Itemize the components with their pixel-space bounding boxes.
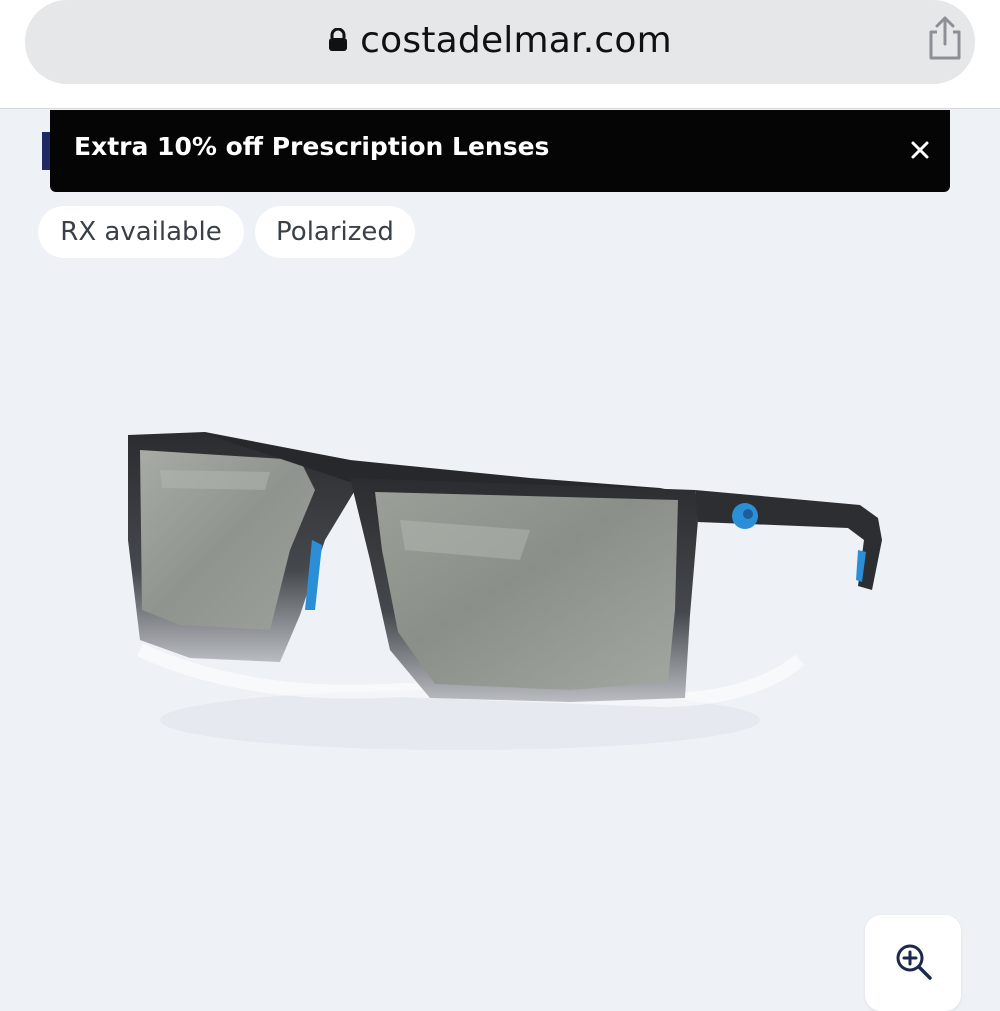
url-display[interactable]: costadelmar.com [25,18,975,62]
share-icon[interactable] [924,14,966,62]
promo-banner: Extra 10% off Prescription Lenses [50,110,950,192]
sunglasses-image [128,432,882,750]
lock-icon [329,28,348,51]
polarized-chip[interactable]: Polarized [255,206,415,258]
zoom-in-icon [896,944,932,980]
browser-toolbar: costadelmar.com [0,0,1000,109]
chip-label: Polarized [276,217,394,247]
close-icon[interactable] [906,136,934,164]
zoom-button[interactable] [865,915,961,1011]
promo-text: Extra 10% off Prescription Lenses [74,132,550,161]
banner-edge-accent [42,132,50,170]
chip-label: RX available [60,217,222,247]
rx-available-chip[interactable]: RX available [38,206,244,258]
url-text: costadelmar.com [360,19,672,61]
address-bar[interactable]: costadelmar.com [25,0,975,84]
